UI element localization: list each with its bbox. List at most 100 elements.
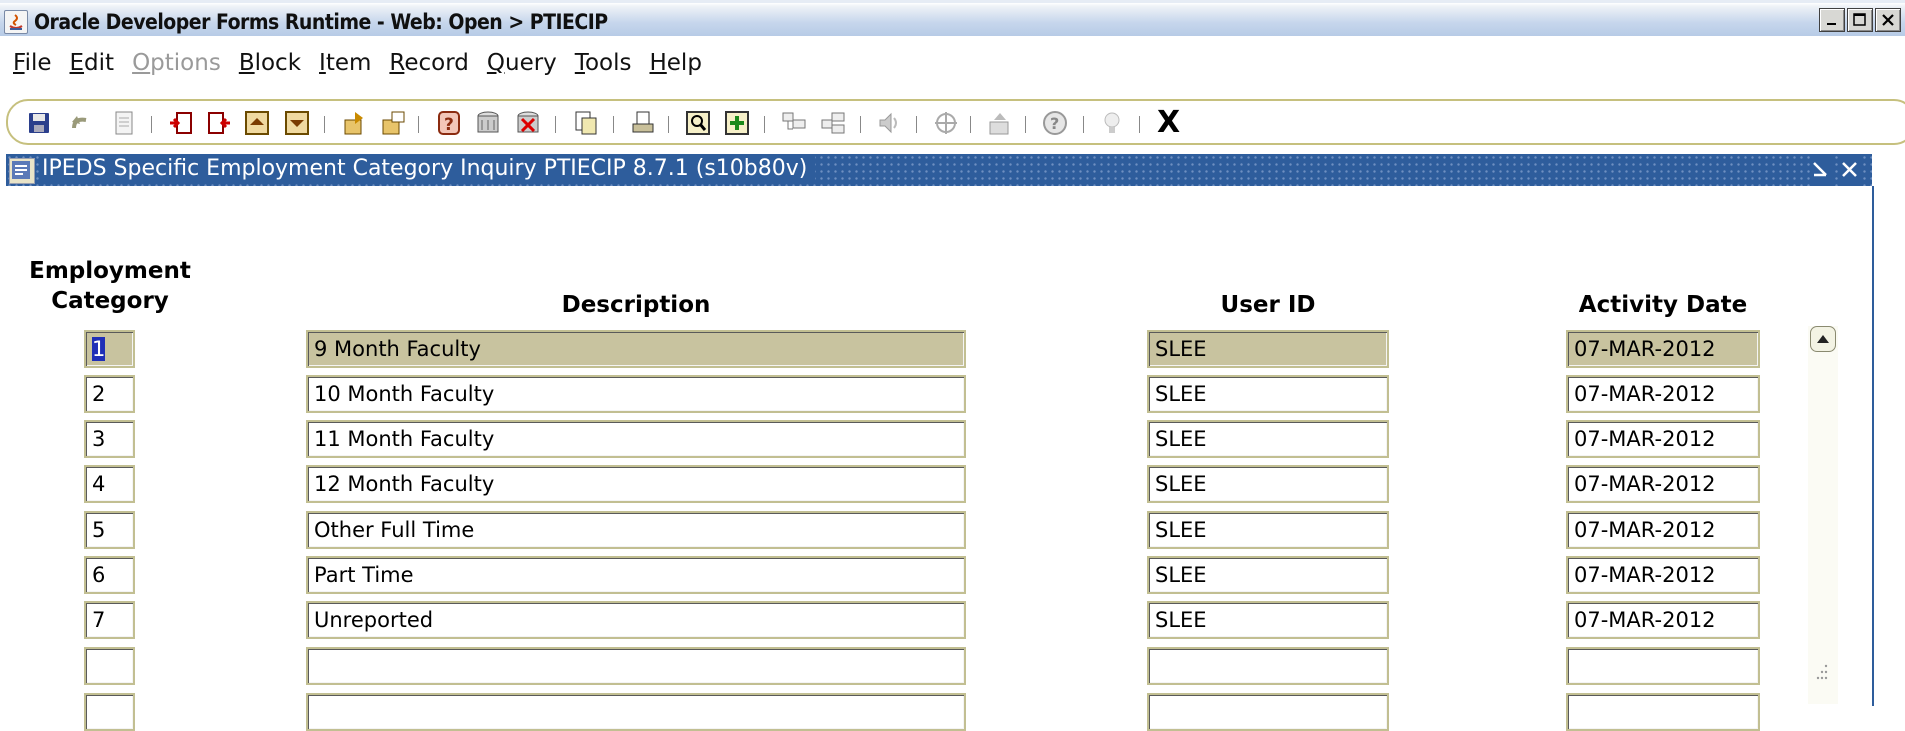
activity-date-field[interactable]: 07-MAR-2012 (1566, 511, 1760, 549)
enter-query-icon[interactable] (341, 110, 367, 136)
menu-record-label: ecord (404, 50, 469, 76)
menu-tools-mnemonic: T (574, 50, 585, 76)
toolbar-separator (324, 116, 329, 133)
menu-block[interactable]: Block (239, 50, 301, 76)
search-icon[interactable] (685, 110, 711, 136)
toolbar-separator (613, 116, 618, 133)
description-field[interactable]: Unreported (306, 601, 966, 639)
toolbar-separator (916, 116, 921, 133)
description-field[interactable]: 9 Month Faculty (306, 330, 966, 368)
maximize-button[interactable] (1847, 8, 1873, 32)
menu-edit[interactable]: Edit (70, 50, 115, 76)
description-field[interactable] (306, 647, 966, 685)
activity-date-field[interactable] (1566, 647, 1760, 685)
menu-bar: File Edit Options Block Item Record Query Tools… (0, 44, 1905, 82)
duplicate-item-icon[interactable] (781, 110, 807, 136)
category-field[interactable]: 4 (84, 465, 135, 503)
toolbar-separator (555, 116, 560, 133)
header-description: Description (561, 292, 711, 318)
scroll-up-button[interactable] (1810, 326, 1836, 352)
user-id-value: SLEE (1155, 563, 1207, 587)
user-id-field[interactable]: SLEE (1147, 601, 1389, 639)
menu-help[interactable]: Help (649, 50, 701, 76)
menu-query[interactable]: Query (487, 50, 557, 76)
activity-date-field[interactable]: 07-MAR-2012 (1566, 330, 1760, 368)
form-title: IPEDS Specific Employment Category Inqui… (42, 156, 816, 181)
menu-item[interactable]: Item (319, 50, 371, 76)
query-table-icon[interactable] (515, 110, 541, 136)
category-field[interactable] (84, 647, 135, 685)
print-doc-icon[interactable] (111, 110, 137, 136)
user-id-field[interactable]: SLEE (1147, 556, 1389, 594)
category-field[interactable]: 1 (84, 330, 135, 368)
menu-file[interactable]: File (13, 50, 52, 76)
description-field[interactable]: Part Time (306, 556, 966, 594)
description-field[interactable]: 12 Month Faculty (306, 465, 966, 503)
insert-record-icon[interactable] (168, 110, 194, 136)
activity-date-field[interactable]: 07-MAR-2012 (1566, 465, 1760, 503)
lightbulb-icon[interactable] (1099, 110, 1125, 136)
header-employment-category: Employment Category (29, 258, 191, 314)
count-query-icon[interactable] (475, 110, 501, 136)
user-id-field[interactable]: SLEE (1147, 420, 1389, 458)
description-value: 11 Month Faculty (314, 427, 495, 451)
category-field[interactable]: 6 (84, 556, 135, 594)
activity-date-field[interactable]: 07-MAR-2012 (1566, 375, 1760, 413)
menu-block-label: lock (254, 50, 302, 76)
cancel-query-icon[interactable]: ? (436, 110, 462, 136)
category-field[interactable]: 3 (84, 420, 135, 458)
user-id-field[interactable] (1147, 647, 1389, 685)
activity-date-field[interactable]: 07-MAR-2012 (1566, 601, 1760, 639)
execute-query-icon[interactable] (380, 110, 406, 136)
minimize-button[interactable] (1819, 8, 1845, 32)
activity-date-value: 07-MAR-2012 (1574, 337, 1716, 361)
export-icon[interactable] (986, 110, 1012, 136)
clear-record-icon[interactable] (573, 110, 599, 136)
category-value: 4 (92, 472, 106, 496)
menu-tools[interactable]: Tools (575, 50, 632, 76)
user-id-field[interactable]: SLEE (1147, 511, 1389, 549)
menu-file-mnemonic: F (13, 50, 25, 76)
toolbar: ? ? X (6, 99, 1905, 145)
activity-date-field[interactable] (1566, 693, 1760, 731)
sound-icon[interactable] (876, 110, 902, 136)
remove-record-icon[interactable] (206, 110, 232, 136)
activity-date-field[interactable]: 07-MAR-2012 (1566, 420, 1760, 458)
category-field[interactable] (84, 693, 135, 731)
description-field[interactable] (306, 693, 966, 731)
toolbar-separator (418, 116, 423, 133)
next-block-icon[interactable] (284, 110, 310, 136)
previous-block-icon[interactable] (244, 110, 270, 136)
category-field[interactable]: 2 (84, 375, 135, 413)
user-id-field[interactable] (1147, 693, 1389, 731)
save-icon[interactable] (26, 110, 52, 136)
user-id-field[interactable]: SLEE (1147, 375, 1389, 413)
insert-icon[interactable] (724, 110, 750, 136)
category-value: 1 (92, 337, 106, 361)
vertical-scrollbar[interactable] (1808, 326, 1838, 704)
description-field[interactable]: 11 Month Faculty (306, 420, 966, 458)
category-value: 6 (92, 563, 106, 587)
scroll-grip-icon[interactable] (1814, 660, 1830, 700)
help-icon[interactable]: ? (1042, 110, 1068, 136)
category-field[interactable]: 5 (84, 511, 135, 549)
menu-options[interactable]: Options (132, 50, 221, 76)
minimize-form-icon[interactable] (1810, 155, 1832, 190)
menu-tools-label: ools (584, 50, 632, 76)
category-field[interactable]: 7 (84, 601, 135, 639)
duplicate-record-icon[interactable] (820, 110, 846, 136)
close-form-icon[interactable] (1839, 155, 1861, 190)
print-icon[interactable] (630, 110, 656, 136)
user-id-field[interactable]: SLEE (1147, 465, 1389, 503)
menu-edit-label: dit (84, 50, 115, 76)
exit-button[interactable]: X (1157, 105, 1180, 140)
description-field[interactable]: Other Full Time (306, 511, 966, 549)
rollback-icon[interactable] (68, 110, 94, 136)
menu-record[interactable]: Record (389, 50, 468, 76)
user-id-field[interactable]: SLEE (1147, 330, 1389, 368)
description-field[interactable]: 10 Month Faculty (306, 375, 966, 413)
close-window-button[interactable] (1875, 8, 1901, 32)
target-icon[interactable] (933, 110, 959, 136)
activity-date-field[interactable]: 07-MAR-2012 (1566, 556, 1760, 594)
menu-options-mnemonic: O (132, 50, 151, 76)
